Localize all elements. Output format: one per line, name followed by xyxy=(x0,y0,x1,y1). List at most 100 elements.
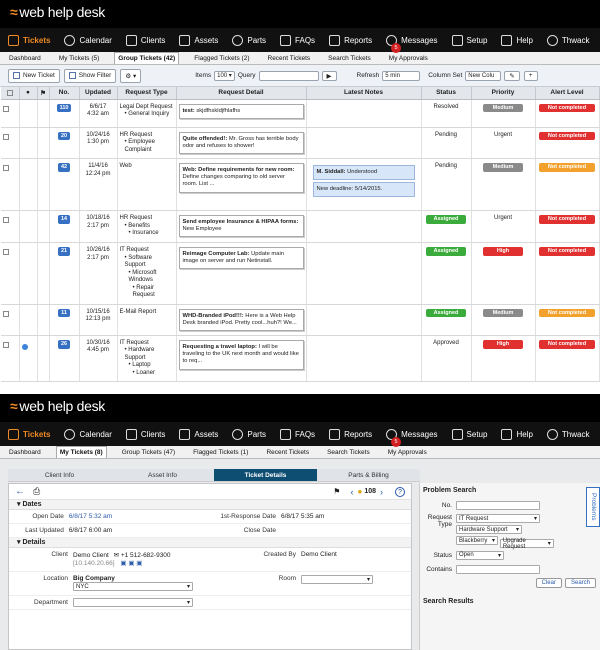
ps-contains-input[interactable] xyxy=(456,564,540,574)
items-select[interactable]: 100 ▾ xyxy=(214,70,235,81)
nav-item-assets[interactable]: Assets xyxy=(179,28,218,52)
subnav-item-search-tickets[interactable]: Search Tickets xyxy=(324,447,373,458)
row-flag-cell[interactable] xyxy=(37,304,50,336)
ticket-no-cell[interactable]: 11 xyxy=(49,304,80,336)
ticket-id-badge[interactable]: 21 xyxy=(57,247,71,256)
select-all-checkbox[interactable] xyxy=(6,89,13,96)
nav-item-tickets[interactable]: Tickets xyxy=(8,28,50,52)
request-detail-card[interactable]: Reimage Computer Lab: Update main image … xyxy=(178,247,304,270)
ps-request-type-select-2[interactable]: Hardware Support ▾ xyxy=(456,525,522,534)
help-icon[interactable]: ? xyxy=(395,486,405,497)
nav-item-messages[interactable]: Messages 5 xyxy=(386,28,438,53)
nav-item-thwack[interactable]: Thwack xyxy=(546,422,589,446)
search-button[interactable]: Search xyxy=(564,578,596,588)
envelope-icon[interactable]: ✉ xyxy=(114,552,119,559)
show-filter-button[interactable]: Show Filter xyxy=(63,68,117,83)
row-flag-cell[interactable] xyxy=(37,127,50,159)
note-card[interactable]: M. Siddall: Understood xyxy=(312,165,415,181)
clear-button[interactable]: Clear xyxy=(535,578,562,588)
nav-item-assets[interactable]: Assets xyxy=(179,422,218,446)
refresh-select[interactable]: 5 min xyxy=(382,70,421,81)
details-section-header[interactable]: ▾ Details xyxy=(9,538,411,548)
ticket-no-cell[interactable]: 21 xyxy=(49,242,80,305)
ticket-id-badge[interactable]: 11 xyxy=(58,308,70,318)
ticket-no-cell[interactable]: 20 xyxy=(49,127,80,159)
row-select-cell[interactable] xyxy=(1,335,20,383)
request-detail-cell[interactable]: Reimage Computer Lab: Update main image … xyxy=(176,242,307,305)
room-select[interactable]: ▾ xyxy=(301,575,373,584)
table-row[interactable]: 21 10/26/16 2:17 pmIT Request Software Sup… xyxy=(1,242,600,305)
ps-request-type-select-3[interactable]: Blackberry ▾ xyxy=(456,536,498,545)
subnav-item-search-tickets[interactable]: Search Tickets xyxy=(325,53,374,64)
subnav-item-dashboard[interactable]: Dashboard xyxy=(6,53,44,64)
request-detail-card[interactable]: Send employee Insurance & HIPAA forms: N… xyxy=(178,215,304,238)
tab-ticket-details[interactable]: Ticket Details xyxy=(214,469,317,481)
table-row[interactable]: 20 10/24/16 1:30 pmHR RequestEmployee Com… xyxy=(1,127,600,159)
ticket-id-badge[interactable]: 14 xyxy=(57,215,71,224)
request-detail-card[interactable]: Requesting a travel laptop: I will be tr… xyxy=(178,339,304,370)
col-latest-notes[interactable]: Latest Notes xyxy=(306,87,422,100)
col-request-detail[interactable]: Request Detail xyxy=(176,87,307,100)
table-row[interactable]: 11 10/15/16 12:13 pm E-Mail Report WHD-Bran… xyxy=(1,304,600,336)
request-detail-cell[interactable]: test: skjdfhskldjfhlafhs xyxy=(176,99,307,128)
ticket-id-badge[interactable]: 110 xyxy=(56,103,72,113)
row-checkbox[interactable] xyxy=(3,249,9,255)
col-alert-level[interactable]: Alert Level xyxy=(535,87,600,100)
ps-no-input[interactable] xyxy=(456,500,540,510)
row-flag-cell[interactable] xyxy=(37,158,50,211)
ticket-no-cell[interactable]: 110 xyxy=(49,99,80,128)
location-select[interactable]: NYC ▾ xyxy=(73,582,193,591)
row-checkbox[interactable] xyxy=(3,105,9,112)
subnav-item-recent-tickets[interactable]: Recent Tickets xyxy=(265,53,314,64)
ps-request-type-select-4[interactable]: Upgrade Request ▾ xyxy=(499,538,554,550)
row-select-cell[interactable] xyxy=(1,210,20,243)
ticket-no-cell[interactable]: 42 xyxy=(49,158,80,211)
prev-ticket-icon[interactable]: ‹ xyxy=(350,487,353,497)
new-ticket-button[interactable]: New Ticket xyxy=(8,68,60,83)
row-select-cell[interactable] xyxy=(1,158,20,211)
tab-parts-billing[interactable]: Parts & Billing xyxy=(317,469,420,481)
next-ticket-icon[interactable]: › xyxy=(380,487,383,497)
row-checkbox[interactable] xyxy=(3,310,9,317)
problems-side-tab[interactable]: Problems xyxy=(586,487,600,527)
note-card[interactable]: New deadline: 5/14/2015. xyxy=(312,182,415,198)
col-request-type[interactable]: Request Type xyxy=(117,87,177,100)
query-select[interactable] xyxy=(258,70,319,81)
request-detail-card[interactable]: Quite offended!: Mr. Gross has terrible … xyxy=(178,131,304,154)
request-detail-cell[interactable]: Quite offended!: Mr. Gross has terrible … xyxy=(176,127,307,159)
row-flag-cell[interactable] xyxy=(37,335,50,383)
ticket-id-badge[interactable]: 42 xyxy=(57,163,71,172)
nav-item-help[interactable]: Help xyxy=(501,28,533,52)
tab-asset-info[interactable]: Asset Info xyxy=(111,469,214,481)
row-select-cell[interactable] xyxy=(1,304,20,336)
subnav-item-my-approvals[interactable]: My Approvals xyxy=(386,53,431,64)
back-arrow-icon[interactable]: ← xyxy=(15,486,25,497)
nav-item-calendar[interactable]: Calendar xyxy=(64,422,112,446)
request-detail-card[interactable]: Web: Define requirements for new room: D… xyxy=(178,163,304,193)
subnav-item-my-tickets-5[interactable]: My Tickets (5) xyxy=(56,53,102,64)
print-icon[interactable]: ⎙ xyxy=(33,486,40,497)
nav-item-setup[interactable]: Setup xyxy=(451,28,487,52)
subnav-item-flagged-tickets-2[interactable]: Flagged Tickets (2) xyxy=(191,53,252,64)
request-detail-card[interactable]: WHD-Branded iPod!!!: Here is a Web Help … xyxy=(178,308,304,331)
row-select-cell[interactable] xyxy=(1,242,20,305)
col-status[interactable]: Status xyxy=(421,87,472,100)
client-action-icons[interactable]: ▣ ▣ ▣ xyxy=(120,560,142,567)
subnav-item-dashboard[interactable]: Dashboard xyxy=(6,447,44,458)
row-select-cell[interactable] xyxy=(1,99,20,128)
tab-client-info[interactable]: Client Info xyxy=(8,469,111,481)
nav-item-clients[interactable]: Clients xyxy=(125,28,165,52)
nav-item-thwack[interactable]: Thwack xyxy=(546,28,589,52)
ticket-no-cell[interactable]: 14 xyxy=(49,210,80,243)
row-select-cell[interactable] xyxy=(1,127,20,159)
nav-item-parts[interactable]: Parts xyxy=(232,422,266,446)
nav-item-reports[interactable]: Reports xyxy=(329,28,372,52)
nav-item-faqs[interactable]: FAQs xyxy=(280,28,315,52)
ticket-id-badge[interactable]: 26 xyxy=(57,339,71,349)
flag-icon[interactable]: ⚑ xyxy=(333,487,340,496)
nav-item-faqs[interactable]: FAQs xyxy=(280,422,315,446)
nav-item-reports[interactable]: Reports xyxy=(329,422,372,446)
select-all-header[interactable] xyxy=(1,87,20,100)
nav-item-calendar[interactable]: Calendar xyxy=(64,28,112,52)
col-priority[interactable]: Priority xyxy=(471,87,536,100)
